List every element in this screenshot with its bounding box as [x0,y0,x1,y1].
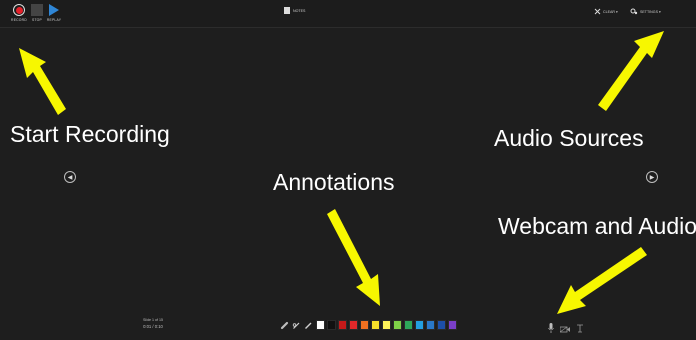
color-swatch[interactable] [382,320,391,330]
color-swatch[interactable] [426,320,435,330]
previous-slide-button[interactable]: ◀ [64,171,76,183]
chevron-left-icon: ◀ [67,174,73,181]
clear-label: CLEAR ▾ [603,9,618,14]
slide-time: 0:01 / 0:10 [143,324,163,329]
settings-label: SETTINGS ▾ [640,9,661,14]
arrow-annotations [327,209,380,306]
color-swatch[interactable] [437,320,446,330]
slide-number: Slide 1 of 15 [143,318,163,322]
slide-counter: Slide 1 of 15 0:01 / 0:10 [143,318,163,329]
webcam-icon[interactable] [559,320,570,338]
color-swatch[interactable] [338,320,347,330]
gear-icon [630,8,638,15]
color-swatch[interactable] [371,320,380,330]
toolbar-divider [0,27,696,28]
pen-icon[interactable] [292,320,301,330]
color-swatch[interactable] [316,320,325,330]
color-swatch[interactable] [448,320,457,330]
stop-button[interactable]: STOP [28,3,46,22]
close-icon [594,8,601,15]
notes-button[interactable]: NOTES [284,7,305,14]
color-swatch[interactable] [404,320,413,330]
chevron-right-icon: ▶ [649,174,655,181]
color-swatch[interactable] [415,320,424,330]
stop-label: STOP [32,18,42,22]
color-swatch[interactable] [349,320,358,330]
record-label: RECORD [11,18,27,22]
play-icon [47,3,61,17]
record-button[interactable]: RECORD [10,3,28,22]
annotation-tools [280,320,313,330]
camera-preview-icon[interactable] [576,320,584,338]
color-palette [316,320,457,330]
arrow-webcam-audio [557,247,647,314]
eraser-icon[interactable] [280,320,289,330]
caption-audio-sources: Audio Sources [494,125,644,151]
notes-icon [284,7,290,14]
microphone-icon[interactable] [548,320,554,338]
notes-label: NOTES [293,8,306,13]
arrow-audio-sources [598,31,664,111]
settings-button[interactable]: SETTINGS ▾ [630,8,661,15]
media-controls [548,320,584,338]
stop-icon [30,3,44,17]
color-swatch[interactable] [393,320,402,330]
caption-annotations: Annotations [273,169,395,195]
color-swatch[interactable] [360,320,369,330]
highlighter-icon[interactable] [304,320,313,330]
color-swatch[interactable] [327,320,336,330]
replay-button[interactable]: REPLAY [45,3,63,22]
arrow-start-recording [19,48,66,115]
recording-toolbar [0,0,696,28]
next-slide-button[interactable]: ▶ [646,171,658,183]
caption-start-recording: Start Recording [10,121,170,147]
clear-button[interactable]: CLEAR ▾ [594,8,618,15]
replay-label: REPLAY [46,18,62,22]
caption-webcam-audio: Webcam and Audio [498,213,696,239]
record-icon [12,3,26,17]
